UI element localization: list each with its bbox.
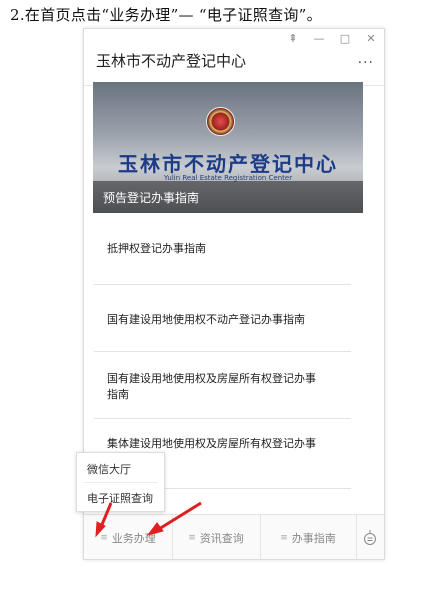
- arrow-to-e-certificate: [99, 502, 113, 528]
- annotation-arrows: [95, 501, 202, 538]
- arrow-to-business-tab: [158, 501, 202, 531]
